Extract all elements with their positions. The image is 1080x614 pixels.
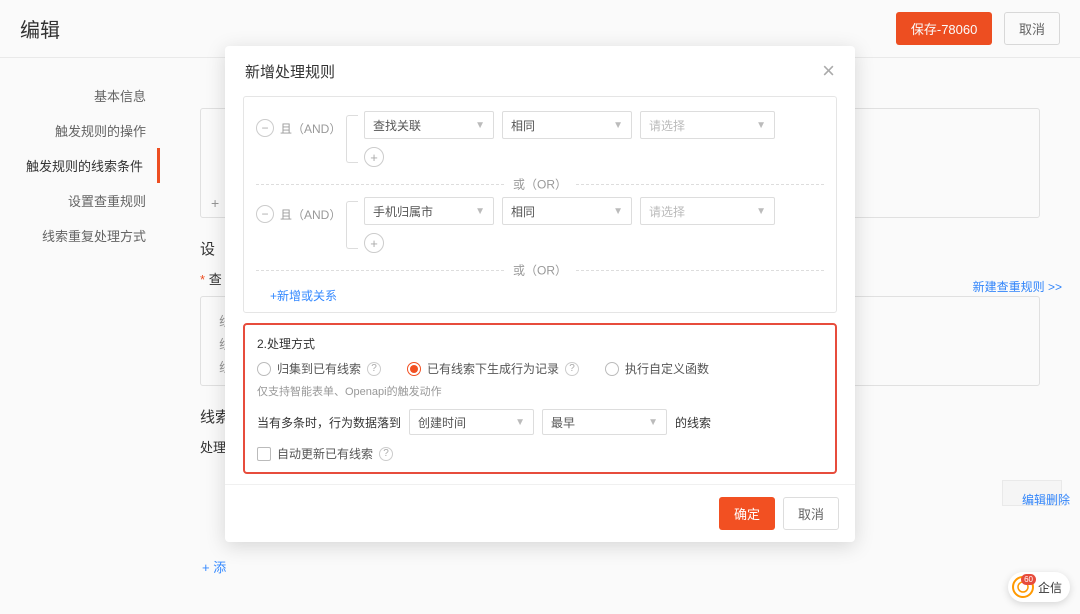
or-divider: 或（OR） bbox=[256, 263, 824, 277]
bg-add-link[interactable]: + 添 bbox=[202, 557, 226, 576]
remove-group-button[interactable]: − bbox=[256, 205, 274, 223]
chevron-down-icon: ▼ bbox=[475, 206, 485, 217]
notification-badge: 60 bbox=[1021, 574, 1036, 585]
help-icon[interactable]: ? bbox=[565, 362, 579, 376]
multi-field-select[interactable]: 创建时间▼ bbox=[409, 409, 534, 435]
multi-order-select[interactable]: 最早▼ bbox=[542, 409, 667, 435]
operator-select[interactable]: 相同▼ bbox=[502, 111, 632, 139]
hint-text: 仅支持智能表单、Openapi的触发动作 bbox=[257, 383, 823, 399]
and-label: 且（AND） bbox=[280, 120, 341, 137]
chat-widget[interactable]: 60 企信 bbox=[1008, 572, 1070, 602]
chat-label: 企信 bbox=[1038, 579, 1062, 596]
value-select[interactable]: 请选择▼ bbox=[640, 111, 775, 139]
or-divider: 或（OR） bbox=[256, 177, 824, 191]
chevron-down-icon: ▼ bbox=[756, 206, 766, 217]
rules-container: − 且（AND） 查找关联▼ 相同▼ 请选择▼ + 或（OR） bbox=[243, 96, 837, 313]
chevron-down-icon: ▼ bbox=[613, 120, 623, 131]
close-icon[interactable]: × bbox=[822, 60, 835, 82]
chevron-down-icon: ▼ bbox=[648, 417, 658, 428]
multi-suffix: 的线索 bbox=[675, 414, 711, 431]
help-icon[interactable]: ? bbox=[367, 362, 381, 376]
radio-icon bbox=[257, 362, 271, 376]
and-group: − 且（AND） 手机归属市▼ 相同▼ 请选择▼ + bbox=[256, 197, 824, 253]
and-group: − 且（AND） 查找关联▼ 相同▼ 请选择▼ + bbox=[256, 111, 824, 167]
add-condition-button[interactable]: + bbox=[364, 233, 384, 253]
value-select[interactable]: 请选择▼ bbox=[640, 197, 775, 225]
field-select[interactable]: 查找关联▼ bbox=[364, 111, 494, 139]
chevron-down-icon: ▼ bbox=[515, 417, 525, 428]
confirm-button[interactable]: 确定 bbox=[719, 497, 775, 530]
radio-icon bbox=[605, 362, 619, 376]
and-label: 且（AND） bbox=[280, 206, 341, 223]
radio-record[interactable]: 已有线索下生成行为记录 ? bbox=[407, 360, 579, 377]
modal-cancel-button[interactable]: 取消 bbox=[783, 497, 839, 530]
field-select[interactable]: 手机归属市▼ bbox=[364, 197, 494, 225]
chevron-down-icon: ▼ bbox=[756, 120, 766, 131]
checkbox-icon bbox=[257, 447, 271, 461]
chevron-down-icon: ▼ bbox=[613, 206, 623, 217]
add-or-relation-button[interactable]: +新增或关系 bbox=[270, 287, 337, 304]
auto-update-checkbox[interactable]: 自动更新已有线索 ? bbox=[257, 445, 823, 462]
radio-custom[interactable]: 执行自定义函数 bbox=[605, 360, 709, 377]
remove-group-button[interactable]: − bbox=[256, 119, 274, 137]
chevron-down-icon: ▼ bbox=[475, 120, 485, 131]
modal-title: 新增处理规则 bbox=[245, 61, 335, 82]
section2-title: 2.处理方式 bbox=[257, 335, 823, 352]
multi-label: 当有多条时，行为数据落到 bbox=[257, 414, 401, 431]
add-condition-button[interactable]: + bbox=[364, 147, 384, 167]
processing-method-section: 2.处理方式 归集到已有线索 ? 已有线索下生成行为记录 ? 执行自定义函 bbox=[243, 323, 837, 474]
radio-merge[interactable]: 归集到已有线索 ? bbox=[257, 360, 381, 377]
help-icon[interactable]: ? bbox=[379, 447, 393, 461]
radio-icon bbox=[407, 362, 421, 376]
modal: 新增处理规则 × − 且（AND） 查找关联▼ 相同▼ bbox=[225, 46, 855, 542]
chat-icon: 60 bbox=[1012, 576, 1034, 598]
operator-select[interactable]: 相同▼ bbox=[502, 197, 632, 225]
modal-overlay: 新增处理规则 × − 且（AND） 查找关联▼ 相同▼ bbox=[0, 0, 1080, 614]
